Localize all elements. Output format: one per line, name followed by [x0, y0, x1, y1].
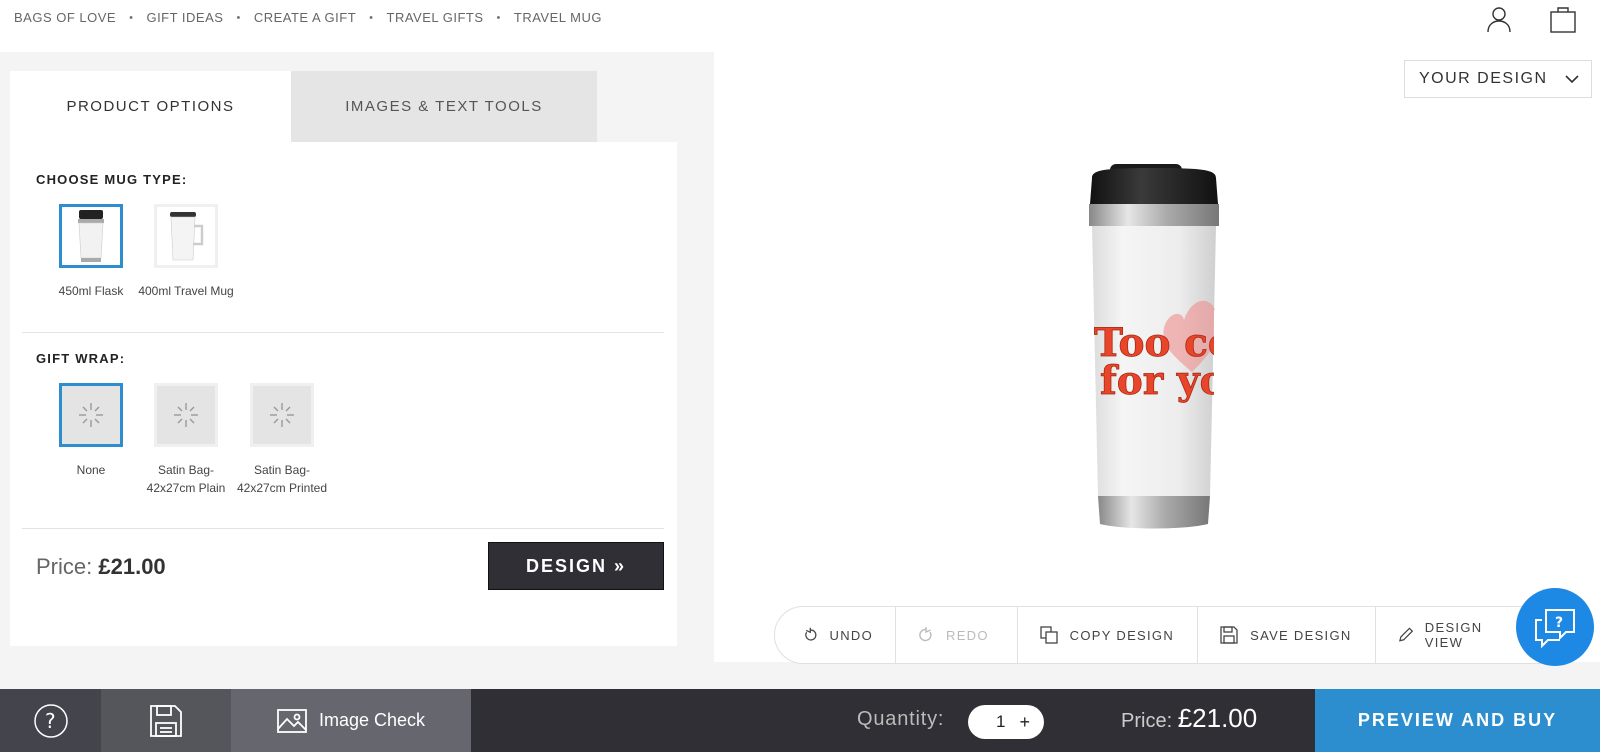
pencil-icon [1398, 627, 1413, 642]
breadcrumb: BAGS OF LOVE • GIFT IDEAS • CREATE A GIF… [14, 10, 602, 25]
design-canvas: YOUR DESIGN Too cool for you [714, 52, 1600, 664]
svg-text:?: ? [1555, 615, 1563, 631]
travel-mug-thumbnail[interactable] [154, 204, 218, 268]
redo-button[interactable]: REDO [896, 607, 1018, 663]
save-icon [1220, 626, 1238, 644]
breadcrumb-link[interactable]: GIFT IDEAS [146, 10, 223, 25]
flask-thumbnail[interactable] [59, 204, 123, 268]
image-check-label: Image Check [318, 710, 426, 730]
help-button[interactable]: ? [0, 689, 101, 752]
breadcrumb-separator: • [496, 11, 501, 24]
image-check-button[interactable]: Image Check [231, 689, 471, 752]
redo-label: REDO [946, 627, 989, 643]
breadcrumb-separator: • [369, 11, 374, 24]
save-button[interactable] [101, 689, 231, 752]
option-label: Satin Bag- 42x27cm Plain [146, 463, 226, 495]
chat-help-button[interactable]: ? [1516, 588, 1594, 666]
loading-spinner-icon[interactable] [59, 383, 123, 447]
undo-button[interactable]: UNDO [775, 607, 896, 663]
design-view-label: DESIGN VIEW [1424, 620, 1483, 650]
shopping-bag-icon[interactable] [1548, 4, 1578, 34]
copy-design-button[interactable]: COPY DESIGN [1018, 607, 1199, 663]
quantity-plus-icon[interactable]: + [1019, 712, 1030, 733]
loading-spinner-icon[interactable] [154, 383, 218, 447]
quantity-label: Quantity: [857, 708, 945, 730]
copy-icon [1040, 626, 1058, 644]
gift-wrap-option[interactable]: Satin Bag- 42x27cm Printed [234, 383, 330, 497]
price-label: Price: [36, 554, 93, 579]
options-tabs: PRODUCT OPTIONS IMAGES & TEXT TOOLS [10, 71, 597, 142]
breadcrumb-link[interactable]: TRAVEL GIFTS [387, 10, 484, 25]
bottom-price-label: Price: [1121, 710, 1173, 732]
product-options-panel: CHOOSE MUG TYPE: 450ml Flask 400ml Trave… [10, 142, 677, 646]
your-design-label: YOUR DESIGN [1419, 70, 1548, 87]
redo-icon [919, 627, 932, 642]
breadcrumb-separator: • [129, 11, 134, 24]
copy-design-label: COPY DESIGN [1069, 627, 1175, 643]
mug-type-option[interactable]: 450ml Flask [43, 204, 139, 300]
bottom-price: Price: £21.00 [1121, 703, 1257, 734]
account-icon[interactable] [1484, 4, 1514, 34]
mug-preview[interactable]: Too cool for you [1064, 160, 1244, 530]
option-label: None [76, 463, 106, 477]
image-icon [277, 708, 307, 733]
design-toolbar: UNDO REDO COPY DESIGN SAVE DESIGN DESIGN… [774, 606, 1544, 664]
your-design-dropdown[interactable]: YOUR DESIGN [1404, 60, 1592, 98]
option-label: Satin Bag- 42x27cm Printed [236, 463, 328, 495]
help-icon: ? [33, 703, 68, 738]
gift-wrap-option[interactable]: Satin Bag- 42x27cm Plain [138, 383, 234, 497]
save-icon [150, 704, 182, 737]
loading-spinner-icon[interactable] [250, 383, 314, 447]
breadcrumb-link[interactable]: BAGS OF LOVE [14, 10, 116, 25]
preview-and-buy-button[interactable]: PREVIEW AND BUY [1315, 689, 1600, 752]
mug-type-option[interactable]: 400ml Travel Mug [138, 204, 234, 300]
gift-wrap-title: GIFT WRAP: [36, 351, 126, 366]
quantity-stepper[interactable]: 1 + [968, 705, 1044, 739]
quantity-value[interactable]: 1 [996, 712, 1005, 732]
option-label: 450ml Flask [58, 284, 124, 298]
divider [22, 332, 664, 333]
bottom-price-value: £21.00 [1177, 703, 1258, 733]
save-design-button[interactable]: SAVE DESIGN [1198, 607, 1376, 663]
top-bar: BAGS OF LOVE • GIFT IDEAS • CREATE A GIF… [0, 0, 1600, 52]
tab-images-text-tools[interactable]: IMAGES & TEXT TOOLS [291, 71, 597, 142]
svg-text:?: ? [45, 709, 56, 733]
tab-product-options[interactable]: PRODUCT OPTIONS [10, 71, 291, 142]
breadcrumb-link[interactable]: CREATE A GIFT [254, 10, 356, 25]
design-button[interactable]: DESIGN » [488, 542, 664, 590]
breadcrumb-current[interactable]: TRAVEL MUG [514, 10, 602, 25]
undo-label: UNDO [829, 627, 873, 643]
panel-price: Price: £21.00 [36, 554, 166, 580]
gift-wrap-option[interactable]: None [43, 383, 139, 479]
price-value: £21.00 [98, 554, 166, 579]
divider [22, 528, 664, 529]
mug-type-title: CHOOSE MUG TYPE: [36, 172, 188, 187]
breadcrumb-separator: • [236, 11, 241, 24]
chevron-down-icon [1565, 75, 1579, 84]
bottom-bar: ? Image Check Quantity: 1 + Price: £21.0… [0, 689, 1600, 752]
undo-icon [805, 627, 817, 641]
chat-question-icon: ? [1535, 609, 1575, 649]
save-design-label: SAVE DESIGN [1250, 627, 1352, 643]
option-label: 400ml Travel Mug [138, 284, 234, 298]
